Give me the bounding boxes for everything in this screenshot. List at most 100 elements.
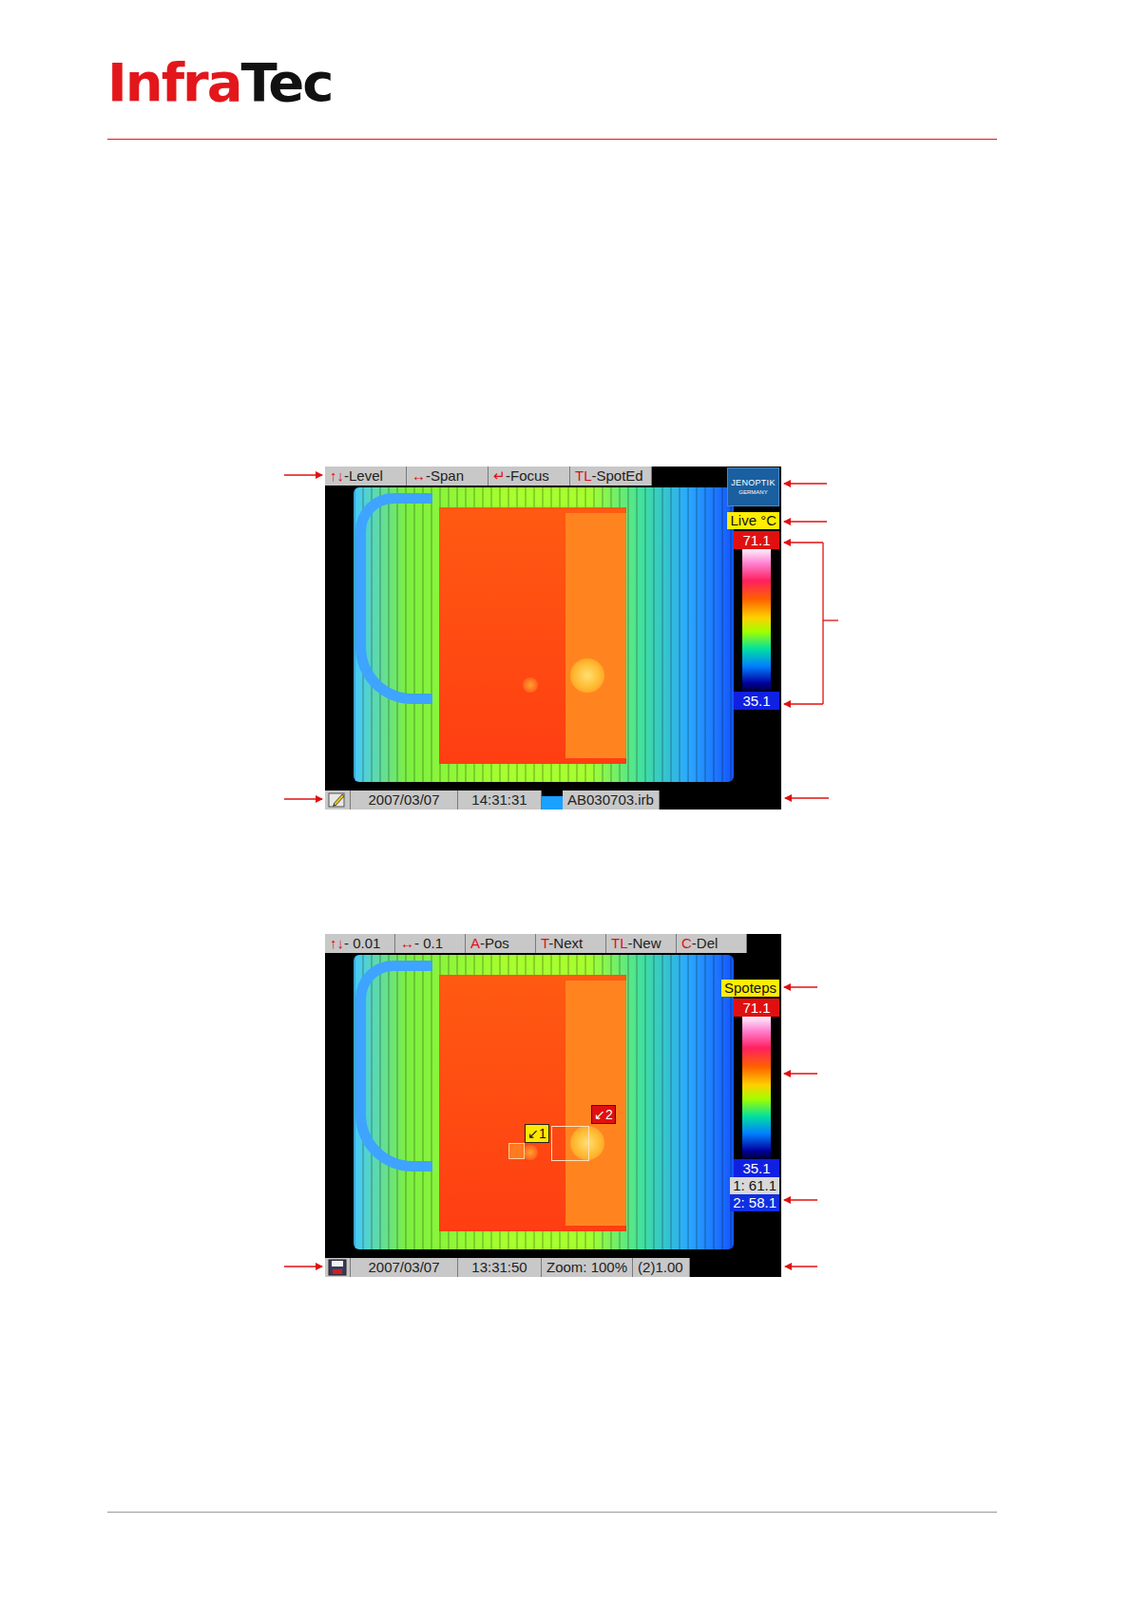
file-marker <box>541 790 563 810</box>
spot-area[interactable] <box>508 1143 525 1160</box>
key-label: - 0.1 <box>414 935 443 952</box>
toolbar-item[interactable]: ↵-Focus <box>488 466 571 486</box>
header-rule <box>107 138 997 140</box>
hot-region <box>439 507 627 765</box>
page-header: InfraTec <box>0 0 1131 115</box>
arrow <box>284 474 323 476</box>
colorbar <box>742 1016 771 1160</box>
hot-spot <box>570 1126 605 1161</box>
status-icon-cell[interactable] <box>325 790 351 810</box>
key-label: -New <box>628 935 662 952</box>
cable <box>355 493 433 705</box>
arrow <box>784 703 824 705</box>
date: 2007/03/07 <box>350 790 459 810</box>
hot-spot <box>522 677 538 693</box>
brand-country: GERMANY <box>738 488 767 497</box>
logo-primary: Infra <box>107 51 241 114</box>
hot-spot <box>570 658 605 693</box>
status-field: Zoom: 100% <box>541 1258 633 1278</box>
scale-max[interactable]: 71.1 <box>733 998 780 1017</box>
toolbar-item[interactable]: ↑↓-Level <box>325 466 407 486</box>
key-label: - 0.01 <box>344 935 381 952</box>
mode-label: Spoteps <box>721 979 780 997</box>
bracket-tick <box>823 619 839 621</box>
time: 13:31:50 <box>458 1258 542 1278</box>
key-hint: A <box>470 935 480 952</box>
thermal-image: ↙1↙2 <box>325 934 782 1278</box>
key-label: -Del <box>691 935 719 952</box>
key-hint: ↔ <box>411 467 426 484</box>
status-bar: 2007/03/0714:31:31 AB030703.irb <box>325 790 782 810</box>
spot-reading: 2: 58.1 <box>729 1194 780 1212</box>
toolbar-item[interactable]: A-Pos <box>465 934 537 954</box>
arrow <box>785 1265 818 1267</box>
scale-min[interactable]: 35.1 <box>733 691 780 710</box>
arrow <box>284 798 323 800</box>
screenshot-figure: ↑↓-Level↔-Span↵-FocusTL-SpotEdJENOPTIKGE… <box>325 466 782 810</box>
save-icon[interactable] <box>327 1259 347 1277</box>
scale-max[interactable]: 71.1 <box>733 531 780 550</box>
spot-area[interactable] <box>551 1126 590 1162</box>
status-bar: 2007/03/0713:31:50Zoom: 100%(2)1.00 <box>325 1258 782 1278</box>
key-hint: TL <box>611 935 629 952</box>
side-panel: JENOPTIKGERMANY Live °C71.1 35.1 <box>712 466 782 791</box>
status-field: AB030703.irb <box>562 790 660 810</box>
key-hint: ↔ <box>400 935 415 952</box>
arrow <box>784 541 824 543</box>
thermal-image <box>325 466 782 810</box>
side-panel: Spoteps71.1 35.11: 61.12: 58.1 <box>712 953 782 1259</box>
key-hint: ↵ <box>493 467 506 484</box>
key-hint: T <box>540 935 549 952</box>
color-scale: 71.1 35.1 <box>733 531 780 710</box>
arrow <box>284 1265 323 1267</box>
toolbar-item[interactable]: TL-New <box>606 934 677 954</box>
status-field: (2)1.00 <box>632 1258 691 1278</box>
document-page: InfraTec↑↓-Level↔-Span↵-FocusTL-SpotEdJE… <box>0 0 1131 1600</box>
date: 2007/03/07 <box>350 1258 459 1278</box>
bracket <box>822 542 824 705</box>
arrow <box>784 482 827 484</box>
key-label: -Pos <box>479 935 510 952</box>
scale-min[interactable]: 35.1 <box>733 1159 780 1178</box>
infratec-logo: InfraTec <box>107 51 997 115</box>
logo-secondary: Tec <box>240 51 332 114</box>
camera-screen: ↙1↙2↑↓- 0.01↔- 0.1A-PosT-NextTL-NewC-Del… <box>325 934 782 1278</box>
toolbar-item[interactable]: ↔-Span <box>406 466 489 486</box>
key-label: -Level <box>344 467 384 484</box>
toolbar: ↑↓- 0.01↔- 0.1A-PosT-NextTL-NewC-Del <box>325 934 782 954</box>
screenshot-figure: ↙1↙2↑↓- 0.01↔- 0.1A-PosT-NextTL-NewC-Del… <box>325 934 782 1278</box>
mode-label: Live °C <box>727 512 780 530</box>
toolbar: ↑↓-Level↔-Span↵-FocusTL-SpotEd <box>325 466 713 486</box>
camera-screen: ↑↓-Level↔-Span↵-FocusTL-SpotEdJENOPTIKGE… <box>325 466 782 810</box>
colorbar <box>742 549 771 692</box>
arrow <box>784 1199 818 1201</box>
spot-label: ↙1 <box>524 1124 550 1144</box>
key-hint: C <box>681 935 692 952</box>
arrow <box>785 797 829 799</box>
toolbar-item[interactable]: TL-SpotEd <box>570 466 652 486</box>
edit-icon[interactable] <box>327 791 347 809</box>
brand-name: JENOPTIK <box>730 478 775 489</box>
hot-region-right <box>565 980 627 1227</box>
toolbar-item[interactable]: C-Del <box>676 934 748 954</box>
color-scale: 71.1 35.1 <box>733 998 780 1178</box>
key-label: -Focus <box>505 467 550 484</box>
toolbar-item[interactable]: T-Next <box>536 934 607 954</box>
cable <box>355 960 433 1172</box>
footer-rule <box>107 1512 997 1514</box>
key-label: -Next <box>548 935 583 952</box>
hot-region <box>439 975 627 1232</box>
arrow <box>784 986 818 988</box>
jenoptik-logo: JENOPTIKGERMANY <box>727 467 780 507</box>
time: 14:31:31 <box>458 790 542 810</box>
status-icon-cell[interactable] <box>325 1258 351 1278</box>
key-label: -Span <box>425 467 464 484</box>
hot-region-right <box>565 513 627 759</box>
arrow <box>784 1073 818 1074</box>
key-hint: ↑↓ <box>329 467 345 484</box>
toolbar-item[interactable]: ↔- 0.1 <box>395 934 466 954</box>
toolbar-item[interactable]: ↑↓- 0.01 <box>325 934 396 954</box>
spot-reading: 1: 61.1 <box>729 1177 780 1195</box>
key-hint: TL <box>575 467 593 484</box>
arrow <box>784 520 827 522</box>
